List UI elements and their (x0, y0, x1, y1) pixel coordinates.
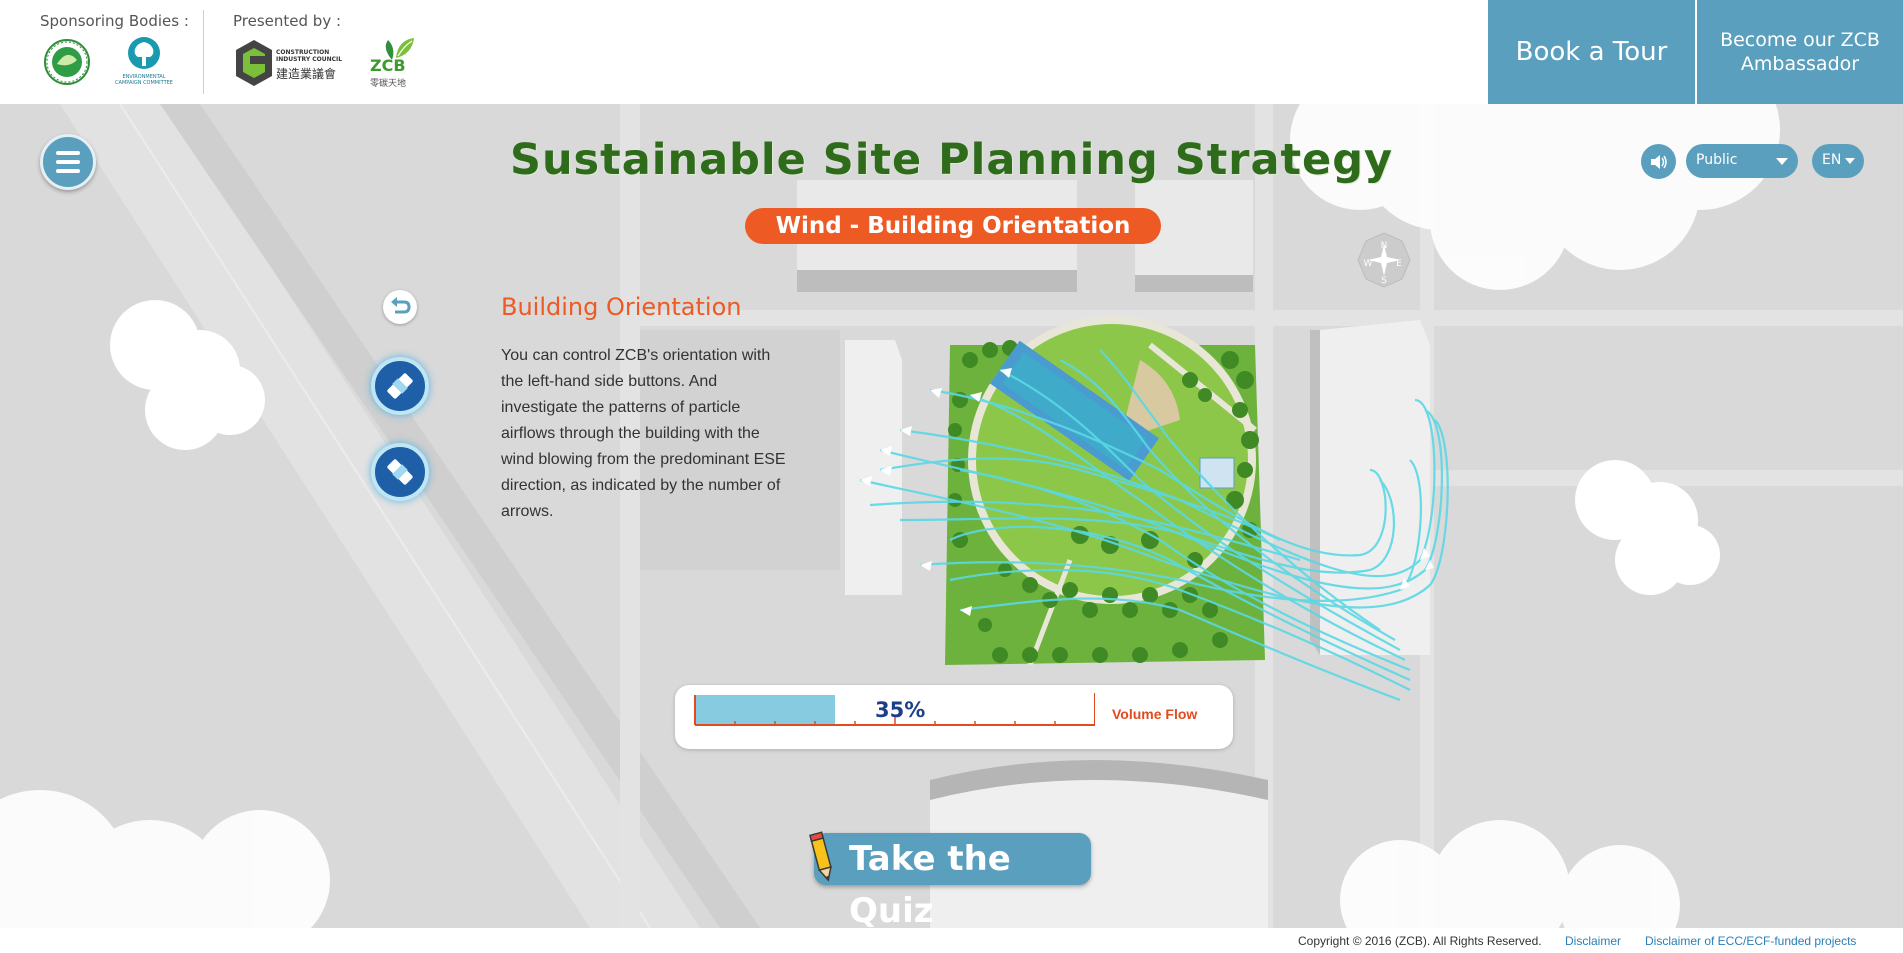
compass-south: S (1381, 276, 1387, 286)
cic-logo[interactable]: CONSTRUCTION INDUSTRY COUNCIL 建造業議會 (234, 38, 354, 88)
zcb-logo-text: ZCB (370, 56, 406, 75)
ecc-logo[interactable]: ENVIRONMENTAL CAMPAIGN COMMITTEE (112, 36, 176, 92)
copyright-text: Copyright © 2016 (ZCB). All Rights Reser… (1298, 934, 1542, 948)
back-button[interactable] (383, 290, 417, 324)
rotate-building-icon (387, 459, 413, 485)
become-ambassador-button[interactable]: Become our ZCB Ambassador (1697, 0, 1903, 104)
rotate-building-button-2[interactable] (371, 443, 429, 501)
sponsoring-bodies-label: Sponsoring Bodies : (40, 12, 189, 30)
language-dropdown[interactable]: EN (1812, 144, 1864, 178)
volume-flow-meter: 35% Volume Flow (675, 685, 1233, 749)
rotate-building-icon (387, 373, 413, 399)
language-value: EN (1822, 152, 1842, 168)
pencil-icon (809, 831, 832, 882)
speaker-icon (1650, 154, 1667, 169)
undo-arrow-icon (391, 297, 411, 314)
chevron-down-icon (1845, 158, 1855, 164)
footer: Copyright © 2016 (ZCB). All Rights Reser… (0, 928, 1903, 953)
chevron-down-icon (1776, 158, 1788, 165)
audience-dropdown[interactable]: Public (1686, 144, 1798, 178)
ecc-tree-icon (128, 37, 160, 69)
rotate-building-button-1[interactable] (371, 357, 429, 415)
info-heading: Building Orientation (501, 293, 742, 321)
ecc-logo-text: ENVIRONMENTAL CAMPAIGN COMMITTEE (115, 74, 173, 86)
sound-toggle-button[interactable] (1641, 144, 1676, 179)
section-subtitle: Wind - Building Orientation (745, 208, 1161, 244)
header-divider (203, 10, 204, 94)
audience-value: Public (1696, 152, 1738, 168)
compass-west: W (1364, 259, 1373, 269)
cic-hexagon-icon (236, 40, 272, 86)
page-title: Sustainable Site Planning Strategy (509, 135, 1394, 185)
compass-icon: N S E W (1357, 232, 1411, 288)
cic-logo-text: CONSTRUCTION INDUSTRY COUNCIL (276, 49, 343, 63)
take-quiz-button[interactable]: Take the Quiz (809, 831, 1091, 931)
volume-flow-label: Volume Flow (1112, 706, 1198, 722)
compass-east: E (1396, 259, 1402, 269)
cic-logo-chinese: 建造業議會 (276, 67, 337, 81)
ecf-logo[interactable] (43, 38, 91, 86)
small-pavilion (1199, 457, 1235, 489)
zcb-logo[interactable]: ZCB 零碳天地 (368, 34, 420, 90)
book-tour-button[interactable]: Book a Tour (1488, 0, 1695, 104)
volume-flow-fill (695, 695, 835, 725)
header: Sponsoring Bodies : Presented by : ENVIR… (0, 0, 1903, 104)
zcb-logo-chinese: 零碳天地 (370, 79, 407, 89)
volume-flow-percent: 35% (875, 698, 926, 722)
info-description: You can control ZCB's orientation with t… (501, 347, 786, 520)
disclaimer-link[interactable]: Disclaimer (1565, 934, 1621, 948)
compass-north: N (1381, 241, 1388, 251)
presented-by-label: Presented by : (233, 12, 342, 30)
take-quiz-label: Take the Quiz (849, 839, 1011, 931)
disclaimer-ecc-link[interactable]: Disclaimer of ECC/ECF-funded projects (1645, 934, 1856, 948)
